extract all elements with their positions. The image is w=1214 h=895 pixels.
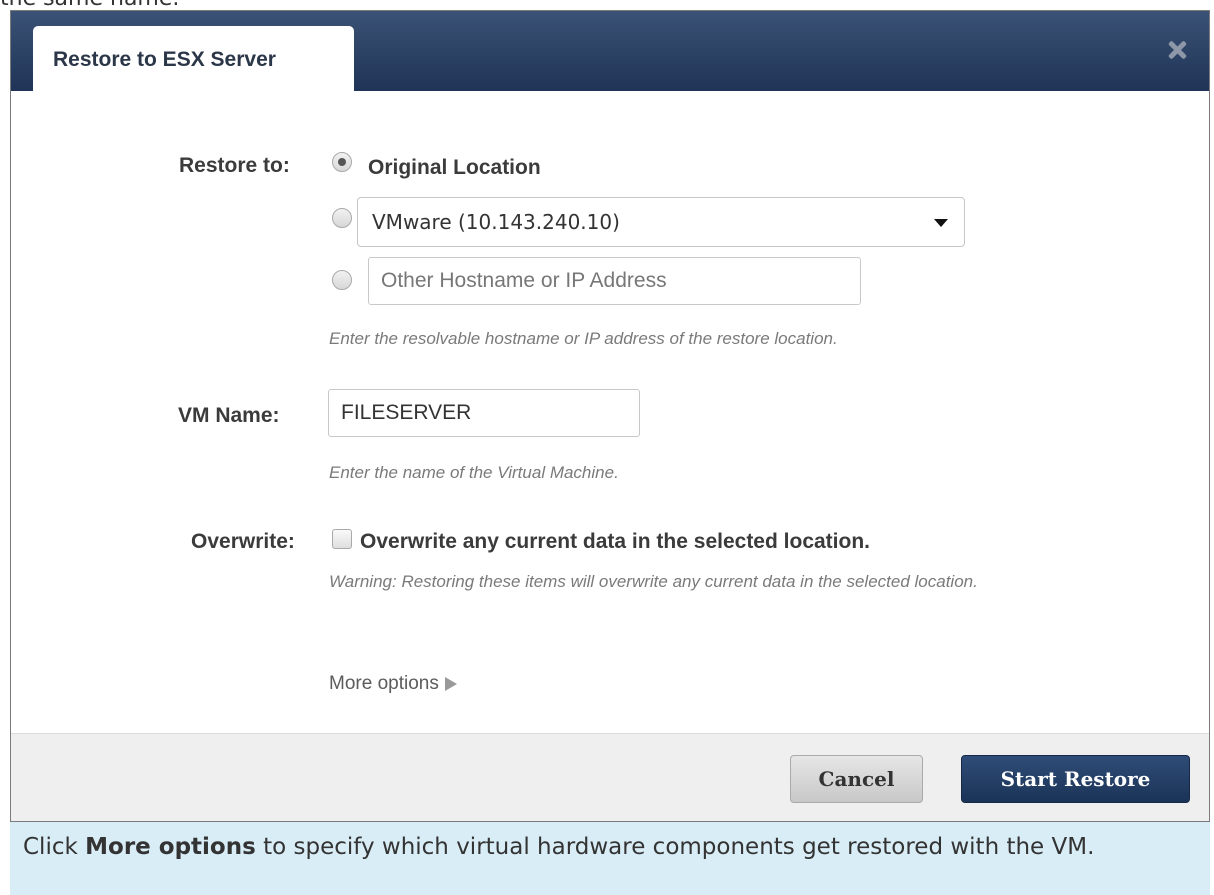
start-restore-button[interactable]: Start Restore: [961, 755, 1190, 803]
restore-dialog: Restore to ESX Server Restore to: Origin…: [10, 10, 1210, 822]
overwrite-checkbox[interactable]: [332, 529, 352, 549]
vmware-host-select[interactable]: VMware (10.143.240.10): [357, 197, 965, 247]
radio-original-location[interactable]: [332, 152, 352, 172]
radio-vmware-host[interactable]: [332, 208, 352, 228]
vm-name-hint: Enter the name of the Virtual Machine.: [329, 463, 619, 482]
close-icon[interactable]: [1165, 37, 1191, 63]
vmware-host-value: VMware (10.143.240.10): [372, 210, 620, 234]
info-prefix: Click: [23, 834, 86, 860]
dialog-title-tab: Restore to ESX Server: [33, 26, 354, 92]
original-location-label: Original Location: [368, 156, 541, 179]
more-options-link[interactable]: More options: [329, 673, 457, 695]
dialog-footer: Cancel Start Restore: [11, 733, 1209, 821]
overwrite-warning: Warning: Restoring these items will over…: [329, 572, 978, 591]
overwrite-label: Overwrite:: [191, 530, 295, 553]
restore-to-label: Restore to:: [179, 154, 290, 177]
more-options-label: More options: [329, 673, 439, 694]
dialog-titlebar: Restore to ESX Server: [11, 11, 1209, 92]
info-bold: More options: [85, 834, 256, 860]
vm-name-input[interactable]: [328, 389, 640, 437]
restore-location-hint: Enter the resolvable hostname or IP addr…: [329, 329, 838, 348]
overwrite-checkbox-label: Overwrite any current data in the select…: [360, 530, 870, 553]
chevron-down-icon: [934, 219, 948, 227]
info-note: Click More options to specify which virt…: [10, 822, 1210, 895]
radio-other-host[interactable]: [332, 270, 352, 290]
vm-name-label: VM Name:: [178, 404, 280, 427]
triangle-right-icon: [444, 676, 457, 691]
other-hostname-input[interactable]: [368, 257, 861, 305]
cancel-button[interactable]: Cancel: [790, 755, 923, 803]
info-suffix: to specify which virtual hardware compon…: [255, 834, 1095, 860]
dialog-title: Restore to ESX Server: [53, 48, 276, 71]
info-text: Click More options to specify which virt…: [23, 830, 1193, 864]
